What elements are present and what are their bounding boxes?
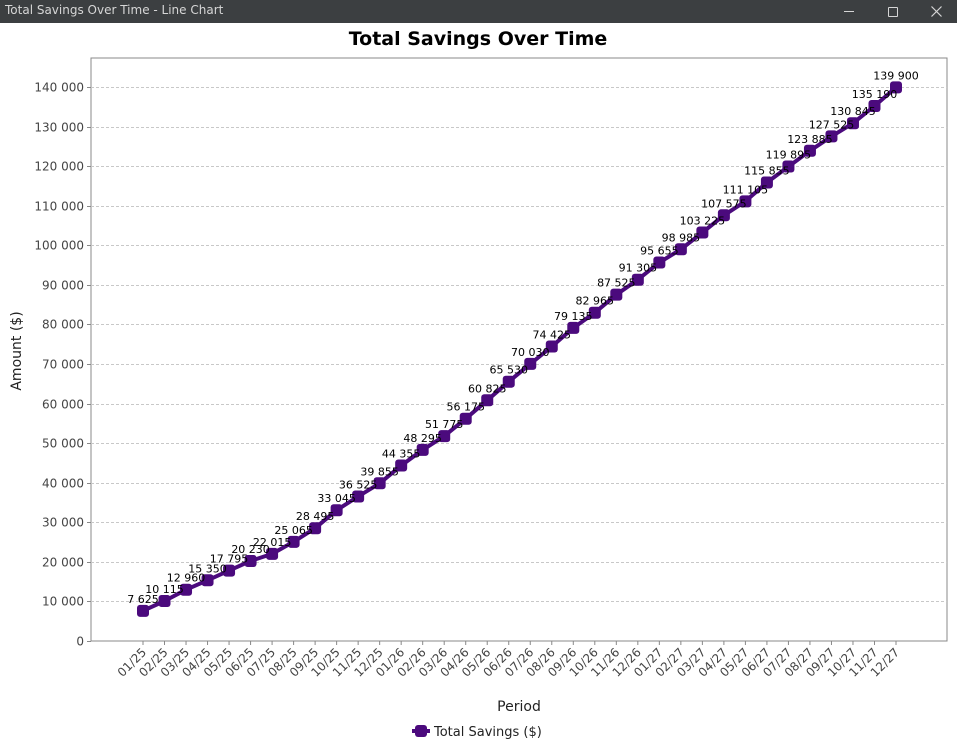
maximize-button[interactable] — [873, 0, 913, 23]
window-title: Total Savings Over Time - Line Chart — [5, 3, 224, 17]
data-label: 36 525 — [339, 478, 378, 491]
data-label: 28 495 — [296, 510, 335, 523]
data-label: 79 135 — [554, 310, 593, 323]
data-label: 98 985 — [662, 231, 701, 244]
data-label: 74 425 — [533, 328, 572, 341]
x-axis: 01/2502/2503/2504/2505/2506/2507/2508/25… — [115, 641, 902, 680]
data-label: 139 900 — [873, 69, 919, 82]
minimize-button[interactable] — [829, 0, 869, 23]
y-tick-label: 100 000 — [34, 239, 84, 253]
data-label: 130 845 — [830, 105, 876, 118]
minimize-icon — [844, 11, 854, 12]
data-label: 25 065 — [274, 524, 313, 537]
data-label: 135 190 — [852, 88, 898, 101]
y-tick-label: 20 000 — [42, 556, 84, 570]
y-tick-label: 70 000 — [42, 358, 84, 372]
legend-marker — [415, 725, 427, 737]
chart-title: Total Savings Over Time — [349, 28, 608, 50]
data-label: 111 105 — [723, 183, 769, 196]
data-point — [158, 594, 171, 607]
y-tick-label: 130 000 — [34, 121, 84, 135]
data-label: 10 115 — [145, 583, 184, 596]
y-tick-label: 90 000 — [42, 279, 84, 293]
y-axis: 0 10 000 20 000 30 000 40 000 50 000 60 000 70 … — [34, 81, 91, 649]
data-label: 123 885 — [787, 133, 833, 146]
y-tick-label: 80 000 — [42, 318, 84, 332]
legend: Total Savings ($) — [412, 725, 542, 739]
data-label: 91 305 — [619, 262, 658, 275]
maximize-icon — [888, 6, 898, 17]
y-tick-label: 120 000 — [34, 160, 84, 174]
data-label: 95 655 — [640, 244, 679, 257]
close-icon — [930, 6, 942, 17]
data-label: 39 855 — [360, 465, 399, 478]
y-tick-label: 50 000 — [42, 437, 84, 451]
x-axis-label: Period — [497, 699, 541, 715]
data-label: 70 030 — [511, 346, 550, 359]
y-tick-label: 0 — [76, 635, 84, 649]
data-label: 60 825 — [468, 382, 507, 395]
data-label: 87 525 — [597, 277, 636, 290]
y-tick-label: 10 000 — [42, 595, 84, 609]
data-point — [137, 604, 149, 617]
close-button[interactable] — [916, 0, 956, 23]
legend-label: Total Savings ($) — [433, 725, 542, 739]
data-label: 22 015 — [253, 536, 292, 549]
data-label: 65 530 — [489, 364, 528, 377]
data-label: 51 775 — [425, 418, 464, 431]
data-label: 115 855 — [744, 165, 790, 178]
data-label: 107 575 — [701, 197, 747, 210]
y-tick-label: 40 000 — [42, 477, 84, 491]
line-chart: Total Savings Over Time 0 10 000 20 000 30 … — [9, 28, 948, 739]
y-tick-label: 110 000 — [34, 200, 84, 214]
chart-panel: Total Savings Over Time 0 10 000 20 000 30 … — [0, 23, 957, 739]
data-label: 127 525 — [809, 118, 855, 131]
window-titlebar: Total Savings Over Time - Line Chart — [0, 0, 957, 23]
y-tick-label: 30 000 — [42, 516, 84, 530]
data-label: 56 175 — [446, 401, 485, 414]
y-tick-label: 60 000 — [42, 398, 84, 412]
data-label: 33 045 — [317, 492, 356, 505]
data-label: 103 225 — [680, 215, 726, 228]
y-tick-label: 140 000 — [34, 81, 84, 95]
data-label: 44 355 — [382, 447, 421, 460]
data-label: 119 895 — [766, 149, 812, 162]
data-label: 48 295 — [403, 432, 442, 445]
y-axis-label: Amount ($) — [9, 311, 25, 390]
data-label: 82 965 — [576, 295, 615, 308]
